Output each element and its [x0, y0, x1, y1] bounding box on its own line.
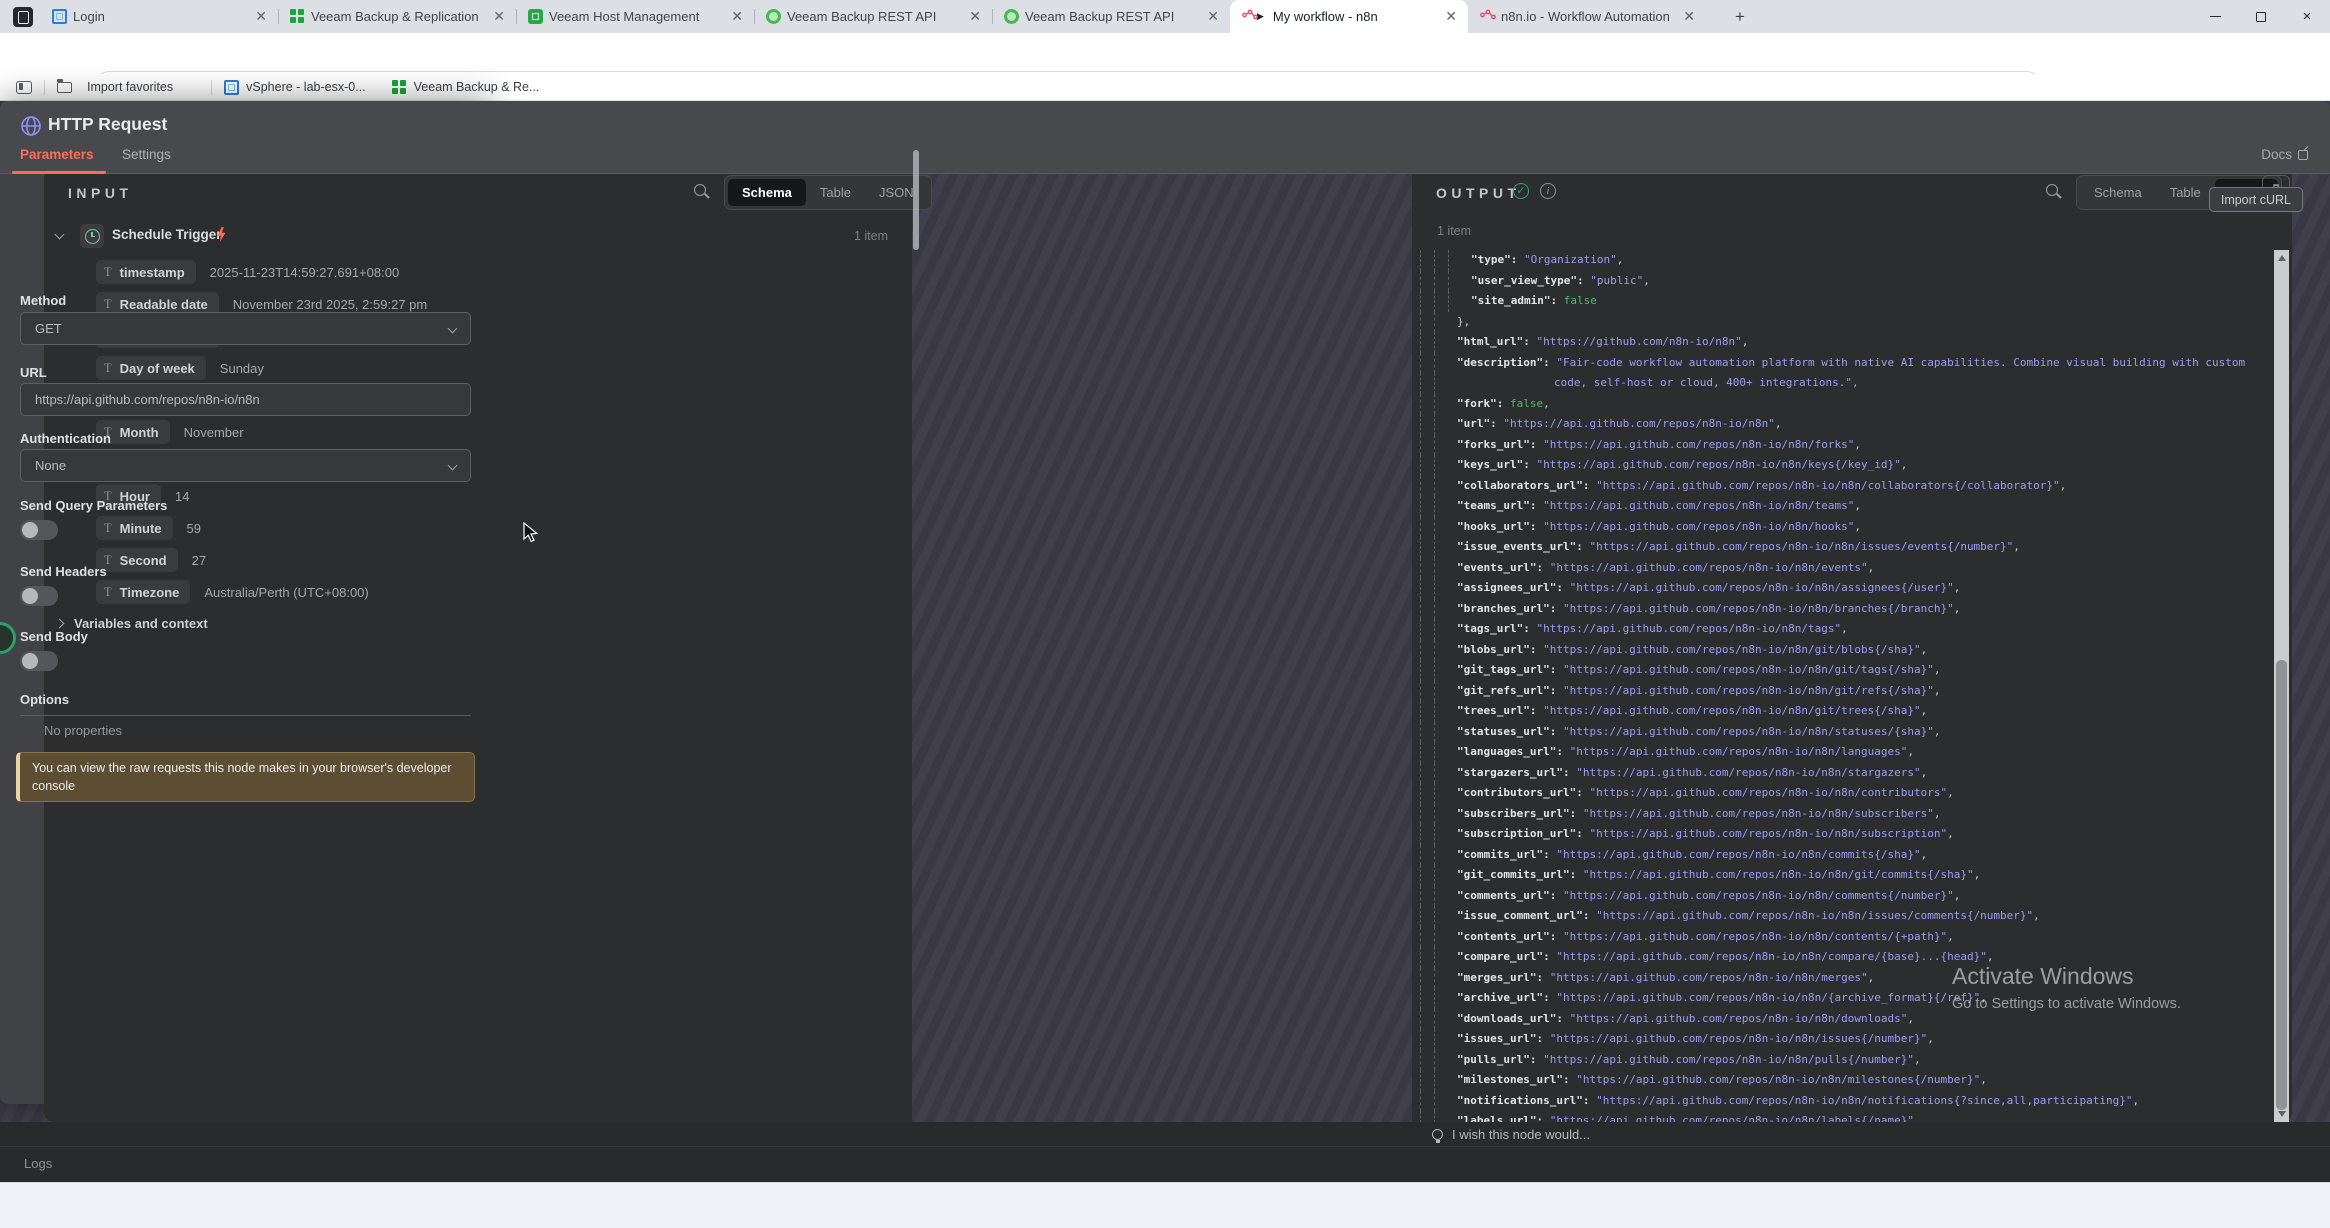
sidebar-toggle-icon[interactable]: [16, 81, 32, 94]
tab-title: My workflow - n8n: [1273, 9, 1436, 24]
n8n-icon: [1242, 9, 1257, 24]
divider: [211, 80, 212, 95]
divider: [20, 715, 471, 716]
chevron-down-icon: [448, 324, 458, 334]
toggle-label: Send Headers: [20, 564, 107, 579]
toggle-switch[interactable]: [20, 520, 58, 540]
folder-icon: [57, 82, 72, 93]
browser-tab[interactable]: Veeam Backup & Replication ✕: [278, 0, 516, 33]
close-button[interactable]: ×: [2284, 0, 2330, 33]
toggle-switch[interactable]: [20, 651, 58, 671]
browser-tab[interactable]: ▶ My workflow - n8n ✕: [1230, 0, 1468, 33]
vsphere-icon: [224, 80, 239, 95]
node-header: HTTP Request Parameters Settings Docs: [0, 101, 2330, 174]
tab-close-icon[interactable]: ✕: [728, 8, 746, 25]
external-link-icon: [2298, 150, 2308, 160]
browser-tab[interactable]: Login ✕: [40, 0, 278, 33]
browser-tab[interactable]: Veeam Backup REST API ✕: [754, 0, 992, 33]
toggle-label: Send Query Parameters: [20, 498, 167, 513]
toggle-switch[interactable]: [20, 586, 58, 606]
minimize-button[interactable]: [2192, 0, 2238, 33]
node-title: HTTP Request: [48, 114, 167, 135]
tab-close-icon[interactable]: ✕: [1442, 8, 1460, 25]
toggle-knob: [22, 588, 38, 604]
veeam-ring-icon: [766, 9, 781, 24]
toggle-knob: [22, 522, 38, 538]
screen: Login✕Veeam Backup & Replication✕Veeam H…: [0, 0, 2330, 1228]
http-request-node-icon: [20, 115, 42, 142]
veeam-host-icon: [528, 9, 543, 24]
node-parameters-body: Import cURL Method GET URL https://api.g…: [0, 174, 2330, 1182]
method-select[interactable]: GET: [20, 312, 471, 345]
bookmark-import-favorites[interactable]: Import favorites: [57, 80, 173, 94]
n8n-icon: [1480, 9, 1495, 24]
taskbar: Search ENGUS 3:01 PM23/11/2025: [0, 1182, 2330, 1228]
browser-tab[interactable]: n8n.io - Workflow Automation ✕: [1468, 0, 1706, 33]
tab-close-icon[interactable]: ✕: [252, 8, 270, 25]
url-label: URL: [20, 365, 47, 380]
http-request-panel: HTTP Request Parameters Settings Docs Im…: [0, 101, 491, 1104]
browser-tab-strip: Login✕Veeam Backup & Replication✕Veeam H…: [0, 0, 2330, 33]
panel-drag-handle[interactable]: [913, 150, 919, 250]
tab-close-icon[interactable]: ✕: [1680, 8, 1698, 25]
toggle-knob: [22, 653, 38, 669]
raw-requests-notice: You can view the raw requests this node …: [16, 752, 475, 802]
tab-title: Veeam Backup REST API: [1025, 9, 1198, 24]
chevron-down-icon: [448, 461, 458, 471]
tab-title: n8n.io - Workflow Automation: [1501, 9, 1674, 24]
authentication-label: Authentication: [20, 431, 111, 446]
browser-toolbar: ← Not secure https://n8n.westcoastlabs.x…: [0, 33, 2330, 74]
tab-settings[interactable]: Settings: [122, 147, 171, 162]
url-input[interactable]: https://api.github.com/repos/n8n-io/n8n: [20, 383, 471, 416]
vsphere-icon: [52, 9, 67, 24]
no-properties-text: No properties: [44, 723, 122, 738]
method-label: Method: [20, 293, 66, 308]
tab-search-icon[interactable]: [13, 7, 33, 27]
import-curl-button[interactable]: Import cURL: [2209, 187, 2303, 212]
maximize-button[interactable]: [2238, 0, 2284, 33]
bookmark-item[interactable]: Veeam Backup & Re...: [392, 80, 540, 95]
bookmark-label: vSphere - lab-esx-0...: [246, 80, 366, 94]
tab-close-icon[interactable]: ✕: [490, 8, 508, 25]
window-controls: ×: [2192, 0, 2330, 33]
options-label: Options: [20, 692, 69, 707]
tab-close-icon[interactable]: ✕: [966, 8, 984, 25]
tab-parameters[interactable]: Parameters: [20, 147, 94, 162]
tab-title: Veeam Backup & Replication: [311, 9, 484, 24]
toggle-label: Send Body: [20, 629, 88, 644]
divider: [44, 80, 45, 95]
n8n-app: Back to canvas I wish this node would...…: [0, 101, 2330, 1182]
taskbar-apps: [0, 1183, 2330, 1228]
bookmark-label: Veeam Backup & Re...: [414, 80, 540, 94]
bookmarks-bar: Import favorites vSphere - lab-esx-0... V…: [0, 74, 2330, 101]
docs-link[interactable]: Docs: [2261, 147, 2308, 162]
veeam-grid-icon: [392, 80, 407, 95]
browser-tab[interactable]: Veeam Backup REST API ✕: [992, 0, 1230, 33]
veeam-grid-icon: [290, 9, 305, 24]
veeam-ring-icon: [1004, 9, 1019, 24]
browser-tabs: Login✕Veeam Backup & Replication✕Veeam H…: [40, 0, 1706, 33]
bookmark-item[interactable]: vSphere - lab-esx-0...: [224, 80, 366, 95]
tab-title: Veeam Backup REST API: [787, 9, 960, 24]
tab-title: Login: [73, 9, 246, 24]
play-icon: ▶: [1257, 11, 1264, 22]
bookmark-items: vSphere - lab-esx-0... Veeam Backup & Re.…: [224, 80, 565, 95]
new-tab-button[interactable]: +: [1728, 5, 1752, 29]
tab-close-icon[interactable]: ✕: [1204, 8, 1222, 25]
authentication-select[interactable]: None: [20, 449, 471, 482]
browser-tab[interactable]: Veeam Host Management ✕: [516, 0, 754, 33]
tab-title: Veeam Host Management: [549, 9, 722, 24]
